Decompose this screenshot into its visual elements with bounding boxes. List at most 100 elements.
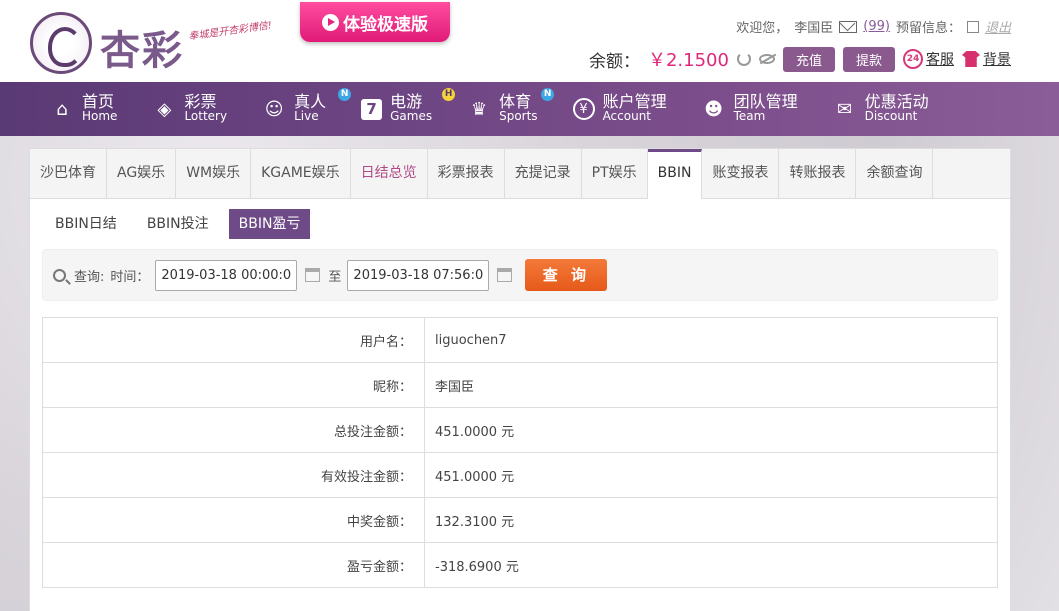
row-label: 用户名： xyxy=(42,317,425,363)
nav-account[interactable]: ¥ 账户管理 Account xyxy=(572,82,667,136)
bbin-subtabs: BBIN日结 BBIN投注 BBIN盈亏 xyxy=(30,199,1010,249)
table-row: 盈亏金额： -318.6900 元 xyxy=(42,542,998,588)
subtab-bbin-profit[interactable]: BBIN盈亏 xyxy=(228,209,311,239)
live-dealer-icon: ☺ xyxy=(264,98,284,120)
tab-daily-overview[interactable]: 日结总览 xyxy=(351,149,428,198)
row-value: 451.0000 元 xyxy=(424,407,998,453)
search-icon xyxy=(53,268,66,282)
ticket-icon: ◈ xyxy=(157,98,172,120)
table-row: 总投注金额： 451.0000 元 xyxy=(42,407,998,453)
new-badge: N xyxy=(541,88,555,101)
fast-version-banner[interactable]: 体验极速版 xyxy=(300,2,450,42)
hide-balance-icon[interactable] xyxy=(758,54,775,64)
nav-label: 首页 xyxy=(82,92,115,111)
refresh-icon[interactable] xyxy=(736,52,751,66)
row-label: 昵称： xyxy=(42,362,425,408)
yen-coin-icon: ¥ xyxy=(572,98,595,120)
subtab-bbin-daily[interactable]: BBIN日结 xyxy=(45,209,127,239)
row-label: 盈亏金额： xyxy=(42,542,425,588)
balance-value: ￥2.1500 xyxy=(647,50,729,71)
row-label: 中奖金额： xyxy=(42,497,425,543)
row-value: -318.6900 元 xyxy=(424,542,998,588)
nav-sports[interactable]: ♛ 体育 Sports N xyxy=(467,82,555,136)
recharge-button[interactable]: 充值 xyxy=(782,46,835,72)
gift-icon: ✉ xyxy=(837,98,853,120)
row-value: liguochen7 xyxy=(424,317,998,363)
time-label: 时间： xyxy=(110,269,150,285)
shirt-icon xyxy=(962,51,980,67)
nav-sublabel: Sports xyxy=(499,109,538,123)
customer-service-link[interactable]: 24 客服 xyxy=(903,49,954,69)
nav-label: 电游 xyxy=(390,92,423,111)
message-count-link[interactable]: (99) xyxy=(863,19,890,34)
header: 杏彩 奉城是开杏彩博信! 体验极速版 欢迎您， 李国臣 (99) 预留信息： 退… xyxy=(0,0,1059,82)
nav-home[interactable]: ⌂ 首页 Home xyxy=(50,82,117,136)
query-button[interactable]: 查 询 xyxy=(525,259,608,291)
calendar-icon[interactable] xyxy=(497,268,513,282)
mail-icon[interactable] xyxy=(839,20,858,33)
profit-detail-table: 用户名： liguochen7 昵称： 李国臣 总投注金额： 451.0000 元 有… xyxy=(42,317,998,588)
user-info-bar: 欢迎您， 李国臣 (99) 预留信息： 退出 xyxy=(736,17,1011,36)
logo-slogan: 奉城是开杏彩博信! xyxy=(187,20,273,43)
tab-saba-sports[interactable]: 沙巴体育 xyxy=(30,149,107,198)
balance-label: 余额： xyxy=(588,51,640,72)
main-nav: ⌂ 首页 Home ◈ 彩票 Lottery ☺ 真人 Live N 7 电游 Game… xyxy=(0,82,1059,136)
table-row: 有效投注金额： 451.0000 元 xyxy=(42,452,998,498)
tab-kgame[interactable]: KGAME娱乐 xyxy=(251,149,351,198)
nav-sublabel: Discount xyxy=(864,109,918,123)
table-row: 昵称： 李国臣 xyxy=(42,362,998,408)
nav-lottery[interactable]: ◈ 彩票 Lottery xyxy=(152,82,228,136)
edit-icon[interactable] xyxy=(966,20,979,33)
end-time-input[interactable] xyxy=(347,259,490,291)
hot-badge: H xyxy=(442,88,456,101)
service-label: 客服 xyxy=(926,52,954,68)
logout-link[interactable]: 退出 xyxy=(985,17,1011,36)
row-label: 有效投注金额： xyxy=(42,452,425,498)
query-label: 查询: xyxy=(74,269,105,285)
query-bar: 查询: 时间： 至 查 询 xyxy=(42,249,998,301)
tab-account-change[interactable]: 账变报表 xyxy=(702,149,780,198)
nav-sublabel: Account xyxy=(602,109,652,123)
tab-ag[interactable]: AG娱乐 xyxy=(107,149,177,198)
row-value: 李国臣 xyxy=(424,362,998,408)
tab-wm[interactable]: WM娱乐 xyxy=(176,149,252,198)
nav-sublabel: Live xyxy=(294,109,319,123)
welcome-text: 欢迎您， xyxy=(736,21,789,36)
row-label: 总投注金额： xyxy=(42,407,425,453)
tab-pt[interactable]: PT娱乐 xyxy=(582,149,648,198)
home-icon: ⌂ xyxy=(56,98,68,120)
reserve-info-label: 预留信息： xyxy=(895,21,961,36)
start-time-input[interactable] xyxy=(155,259,298,291)
nav-label: 账户管理 xyxy=(602,92,667,111)
nav-sublabel: Home xyxy=(82,109,118,123)
withdraw-button[interactable]: 提款 xyxy=(842,46,895,72)
promo-label: 体验极速版 xyxy=(343,14,428,35)
row-value: 451.0000 元 xyxy=(424,452,998,498)
nav-label: 团队管理 xyxy=(733,92,798,111)
tab-lottery-report[interactable]: 彩票报表 xyxy=(428,149,505,198)
site-logo[interactable]: 杏彩 奉城是开杏彩博信! xyxy=(30,10,280,74)
background-link[interactable]: 背景 xyxy=(962,49,1011,69)
nav-discount[interactable]: ✉ 优惠活动 Discount xyxy=(833,82,929,136)
report-tabs: 沙巴体育 AG娱乐 WM娱乐 KGAME娱乐 日结总览 彩票报表 充提记录 PT… xyxy=(30,149,1010,199)
nav-sublabel: Lottery xyxy=(184,109,228,123)
nav-live[interactable]: ☺ 真人 Live N xyxy=(262,82,352,136)
slot-seven-icon: 7 xyxy=(361,98,383,120)
table-row: 用户名： liguochen7 xyxy=(42,317,998,363)
logo-emblem-icon xyxy=(30,12,92,74)
tab-deposit-withdraw[interactable]: 充提记录 xyxy=(505,149,582,198)
tab-balance-query[interactable]: 余额查询 xyxy=(856,149,934,198)
nav-sublabel: Team xyxy=(733,109,766,123)
background-label: 背景 xyxy=(983,52,1011,68)
nav-label: 真人 xyxy=(294,92,327,111)
nav-label: 体育 xyxy=(499,92,532,111)
calendar-icon[interactable] xyxy=(305,268,321,282)
nav-label: 彩票 xyxy=(184,92,217,111)
subtab-bbin-bets[interactable]: BBIN投注 xyxy=(137,209,219,239)
balance-bar: 余额： ￥2.1500 充值 提款 24 客服 背景 xyxy=(589,46,1011,72)
trophy-icon: ♛ xyxy=(471,98,488,120)
nav-games[interactable]: 7 电游 Games H xyxy=(361,82,456,136)
nav-team[interactable]: ☻ 团队管理 Team xyxy=(702,82,798,136)
tab-transfer-report[interactable]: 转账报表 xyxy=(779,149,857,198)
tab-bbin[interactable]: BBIN xyxy=(647,149,703,199)
